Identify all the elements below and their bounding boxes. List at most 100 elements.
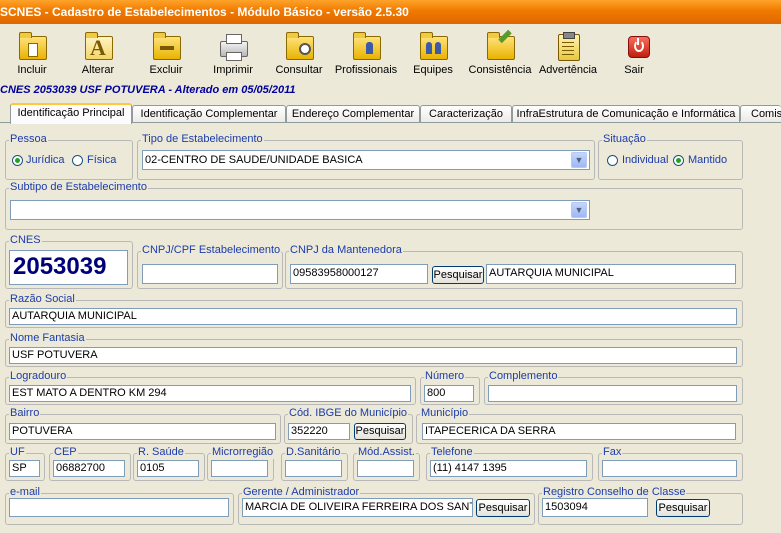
cep-group: CEP 06882700 [49, 446, 131, 481]
rsaude-field[interactable]: 0105 [137, 460, 199, 477]
equipes-button[interactable]: Equipes [410, 32, 456, 82]
razao-caption: Razão Social [9, 293, 76, 306]
tipo-value: 02-CENTRO DE SAUDE/UNIDADE BASICA [145, 154, 363, 166]
title-bar: SCNES - Cadastro de Estabelecimentos - M… [0, 0, 781, 24]
tab-endereco-complementar[interactable]: Endereço Complementar [286, 105, 420, 122]
pessoa-group: Pessoa Jurídica Física [5, 133, 133, 180]
alterar-button[interactable]: A Alterar [78, 32, 118, 82]
sair-label: Sair [624, 64, 644, 76]
razao-field[interactable]: AUTARQUIA MUNICIPAL [9, 308, 737, 325]
equipes-label: Equipes [413, 64, 453, 76]
complemento-field[interactable] [488, 385, 737, 402]
fax-field[interactable] [602, 460, 737, 477]
cnpj-mant-pesquisar-button[interactable]: Pesquisar [432, 266, 484, 284]
cnpj-estab-field[interactable] [142, 264, 278, 284]
gerente-field: MARCIA DE OLIVEIRA FERREIRA DOS SANT [242, 498, 473, 517]
numero-field[interactable]: 800 [424, 385, 474, 402]
situacao-group: Situação Individual Mantido [598, 133, 743, 180]
dsanitario-field[interactable] [285, 460, 342, 477]
situacao-individual-radio[interactable] [607, 155, 618, 166]
dsanitario-group: D.Sanitário [281, 446, 348, 481]
tab-identificacao-principal[interactable]: Identificação Principal [10, 103, 132, 124]
folder-delete-icon [151, 32, 181, 60]
folder-search-icon [284, 32, 314, 60]
microrregiao-caption: Microrregião [211, 446, 275, 459]
imprimir-button[interactable]: Imprimir [210, 32, 256, 82]
subtipo-caption: Subtipo de Estabelecimento [9, 181, 148, 194]
telefone-field[interactable]: (11) 4147 1395 [430, 460, 587, 477]
cnes-caption: CNES [9, 234, 42, 247]
rsaude-group: R. Saúde 0105 [133, 446, 205, 481]
situacao-individual-label: Individual [622, 154, 669, 166]
cnpj-mant-field[interactable]: 09583958000127 [290, 264, 428, 284]
window-title: SCNES - Cadastro de Estabelecimentos - M… [0, 5, 409, 19]
situacao-mantido-label: Mantido [688, 154, 728, 166]
advertencia-button[interactable]: Advertência [537, 32, 599, 82]
tipo-caption: Tipo de Estabelecimento [141, 133, 264, 146]
rsaude-caption: R. Saúde [137, 446, 185, 459]
modassist-field[interactable] [357, 460, 414, 477]
incluir-button[interactable]: Incluir [14, 32, 50, 82]
tab-strip: Identificação Principal Identificação Co… [0, 103, 781, 124]
folder-team-icon [418, 32, 448, 60]
profissionais-label: Profissionais [334, 64, 398, 76]
email-field[interactable] [9, 498, 229, 517]
pessoa-fisica-label: Física [87, 154, 117, 166]
tab-identificacao-complementar[interactable]: Identificação Complementar [132, 105, 286, 122]
folder-check-icon [485, 29, 515, 60]
cep-caption: CEP [53, 446, 78, 459]
fax-group: Fax [598, 446, 743, 481]
excluir-button[interactable]: Excluir [146, 32, 186, 82]
gerente-pesquisar-button[interactable]: Pesquisar [476, 499, 530, 517]
cnes-group: CNES 2053039 [5, 234, 133, 289]
clipboard-icon [553, 32, 583, 61]
profissionais-button[interactable]: Profissionais [334, 32, 398, 82]
cnes-field[interactable]: 2053039 [9, 250, 128, 285]
fantasia-caption: Nome Fantasia [9, 332, 86, 345]
consultar-button[interactable]: Consultar [274, 32, 324, 82]
pessoa-juridica-radio[interactable] [12, 155, 23, 166]
subtipo-group: Subtipo de Estabelecimento ▼ [5, 181, 743, 230]
microrregiao-field[interactable] [211, 460, 268, 477]
cep-field[interactable]: 06882700 [53, 460, 125, 477]
advertencia-label: Advertência [538, 64, 598, 76]
municipio-caption: Município [420, 407, 470, 420]
logradouro-group: Logradouro EST MATO A DENTRO KM 294 [5, 370, 416, 405]
situacao-mantido-radio[interactable] [673, 155, 684, 166]
registro-pesquisar-button[interactable]: Pesquisar [656, 499, 710, 517]
record-header: CNES 2053039 USF POTUVERA - Alterado em … [0, 82, 781, 98]
tab-comissoes[interactable]: Comis [740, 105, 781, 121]
toolbar: Incluir A Alterar Excluir Imprimir Consu… [0, 26, 781, 82]
consultar-label: Consultar [275, 64, 323, 76]
tipo-group: Tipo de Estabelecimento 02-CENTRO DE SAU… [137, 133, 595, 180]
ibge-pesquisar-button[interactable]: Pesquisar [354, 423, 406, 440]
email-group: e-mail [5, 486, 234, 525]
subtipo-select[interactable]: ▼ [10, 200, 590, 220]
logradouro-caption: Logradouro [9, 370, 68, 383]
registro-field[interactable]: 1503094 [542, 498, 648, 517]
ibge-field[interactable]: 352220 [288, 423, 350, 440]
pessoa-fisica-radio[interactable] [72, 155, 83, 166]
microrregiao-group: Microrregião [207, 446, 275, 481]
cnpj-mant-group: CNPJ da Mantenedora 09583958000127 Pesqu… [285, 244, 743, 289]
uf-field[interactable]: SP [9, 460, 40, 477]
excluir-label: Excluir [149, 64, 183, 76]
sair-button[interactable]: Sair [614, 32, 654, 82]
tab-infraestrutura[interactable]: InfraEstrutura de Comunicação e Informát… [512, 105, 740, 122]
incluir-label: Incluir [17, 64, 47, 76]
ibge-caption: Cód. IBGE do Município [288, 407, 409, 420]
dsanitario-caption: D.Sanitário [285, 446, 342, 459]
modassist-caption: Mód.Assist. [357, 446, 416, 459]
tab-caracterizacao[interactable]: Caracterização [420, 105, 512, 122]
cnpj-estab-group: CNPJ/CPF Estabelecimento [137, 244, 283, 289]
chevron-down-icon[interactable]: ▼ [571, 202, 587, 218]
numero-group: Número 800 [420, 370, 480, 405]
chevron-down-icon[interactable]: ▼ [571, 152, 587, 168]
bairro-field[interactable]: POTUVERA [9, 423, 276, 440]
record-header-text: CNES 2053039 USF POTUVERA - Alterado em … [0, 84, 296, 96]
situacao-caption: Situação [602, 133, 647, 146]
consistencia-button[interactable]: Consistência [468, 29, 532, 82]
fantasia-field[interactable]: USF POTUVERA [9, 347, 737, 364]
tipo-select[interactable]: 02-CENTRO DE SAUDE/UNIDADE BASICA ▼ [142, 150, 590, 170]
logradouro-field[interactable]: EST MATO A DENTRO KM 294 [9, 385, 411, 402]
